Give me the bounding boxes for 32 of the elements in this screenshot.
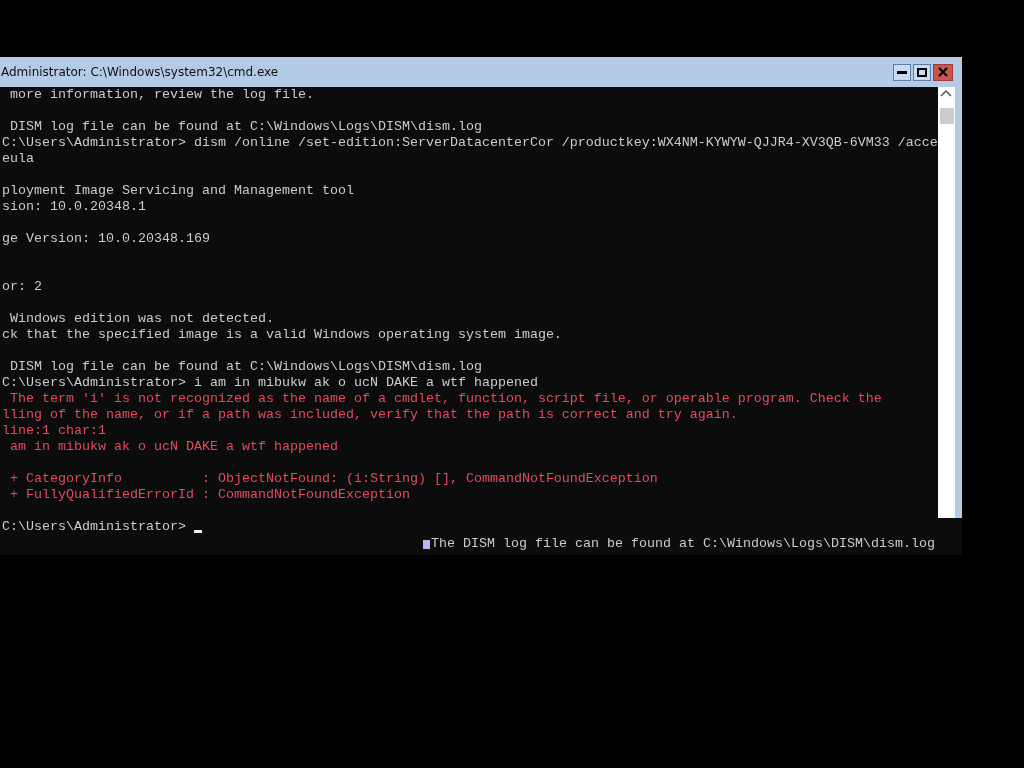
scroll-thumb[interactable] — [940, 108, 954, 124]
minimize-button[interactable] — [893, 63, 911, 81]
command-prompt: C:\Users\Administrator> — [2, 519, 187, 534]
error-line: lling of the name, or if a path was included, verify that the path is correct and try again. — [2, 407, 738, 422]
close-icon — [938, 67, 948, 77]
error-line: + CategoryInfo : ObjectNotFound: (i:String) [], CommandNotFoundException — [9, 471, 658, 486]
minimize-icon — [897, 70, 907, 74]
console-line: Windows edition was not detected. — [9, 311, 274, 326]
console-line: more information, review the log file. — [9, 87, 314, 102]
console-line: C:\Users\Administrator> i am in mibukw ak o ucN DAKE a wtf happened — [2, 375, 538, 390]
text-cursor — [423, 539, 430, 549]
error-line: The term 'i' is not recognized as the name of a cmdlet, function, script file, or operable program. Check the — [9, 391, 882, 406]
console-line: eula — [2, 151, 34, 166]
console-line: C:\Users\Administrator> dism /online /set-edition:ServerDatacenterCor /productkey:WX4NM-KYWYW-QJJR4-XV3QB-6VM33 /acce — [2, 135, 938, 150]
maximize-button[interactable] — [913, 63, 931, 81]
close-button[interactable] — [933, 63, 953, 81]
text-cursor — [193, 530, 202, 533]
console-line: DISM log file can be found at C:\Windows\Logs\DISM\dism.log — [9, 119, 482, 134]
console-line: The DISM log file can be found at C:\Windows\Logs\DISM\dism.log — [431, 536, 935, 552]
error-line: line:1 char:1 — [2, 423, 106, 438]
console-line: ck that the specified image is a valid Windows operating system image. — [2, 327, 562, 342]
console-line: ployment Image Servicing and Management tool — [2, 183, 354, 198]
window-title: Administrator: C:\Windows\system32\cmd.exe — [1, 65, 279, 79]
console-line: or: 2 — [2, 279, 42, 294]
console-line: sion: 10.0.20348.1 — [2, 199, 146, 214]
error-line: + FullyQualifiedErrorId : CommandNotFoundException — [9, 487, 410, 502]
maximize-icon — [917, 67, 927, 77]
error-line: am in mibukw ak o ucN DAKE a wtf happened — [9, 439, 338, 454]
scroll-up-icon[interactable] — [940, 89, 952, 97]
scrollbar[interactable] — [938, 87, 955, 518]
console-line: ge Version: 10.0.20348.169 — [2, 231, 210, 246]
console-line: DISM log file can be found at C:\Windows\Logs\DISM\dism.log — [9, 359, 482, 374]
